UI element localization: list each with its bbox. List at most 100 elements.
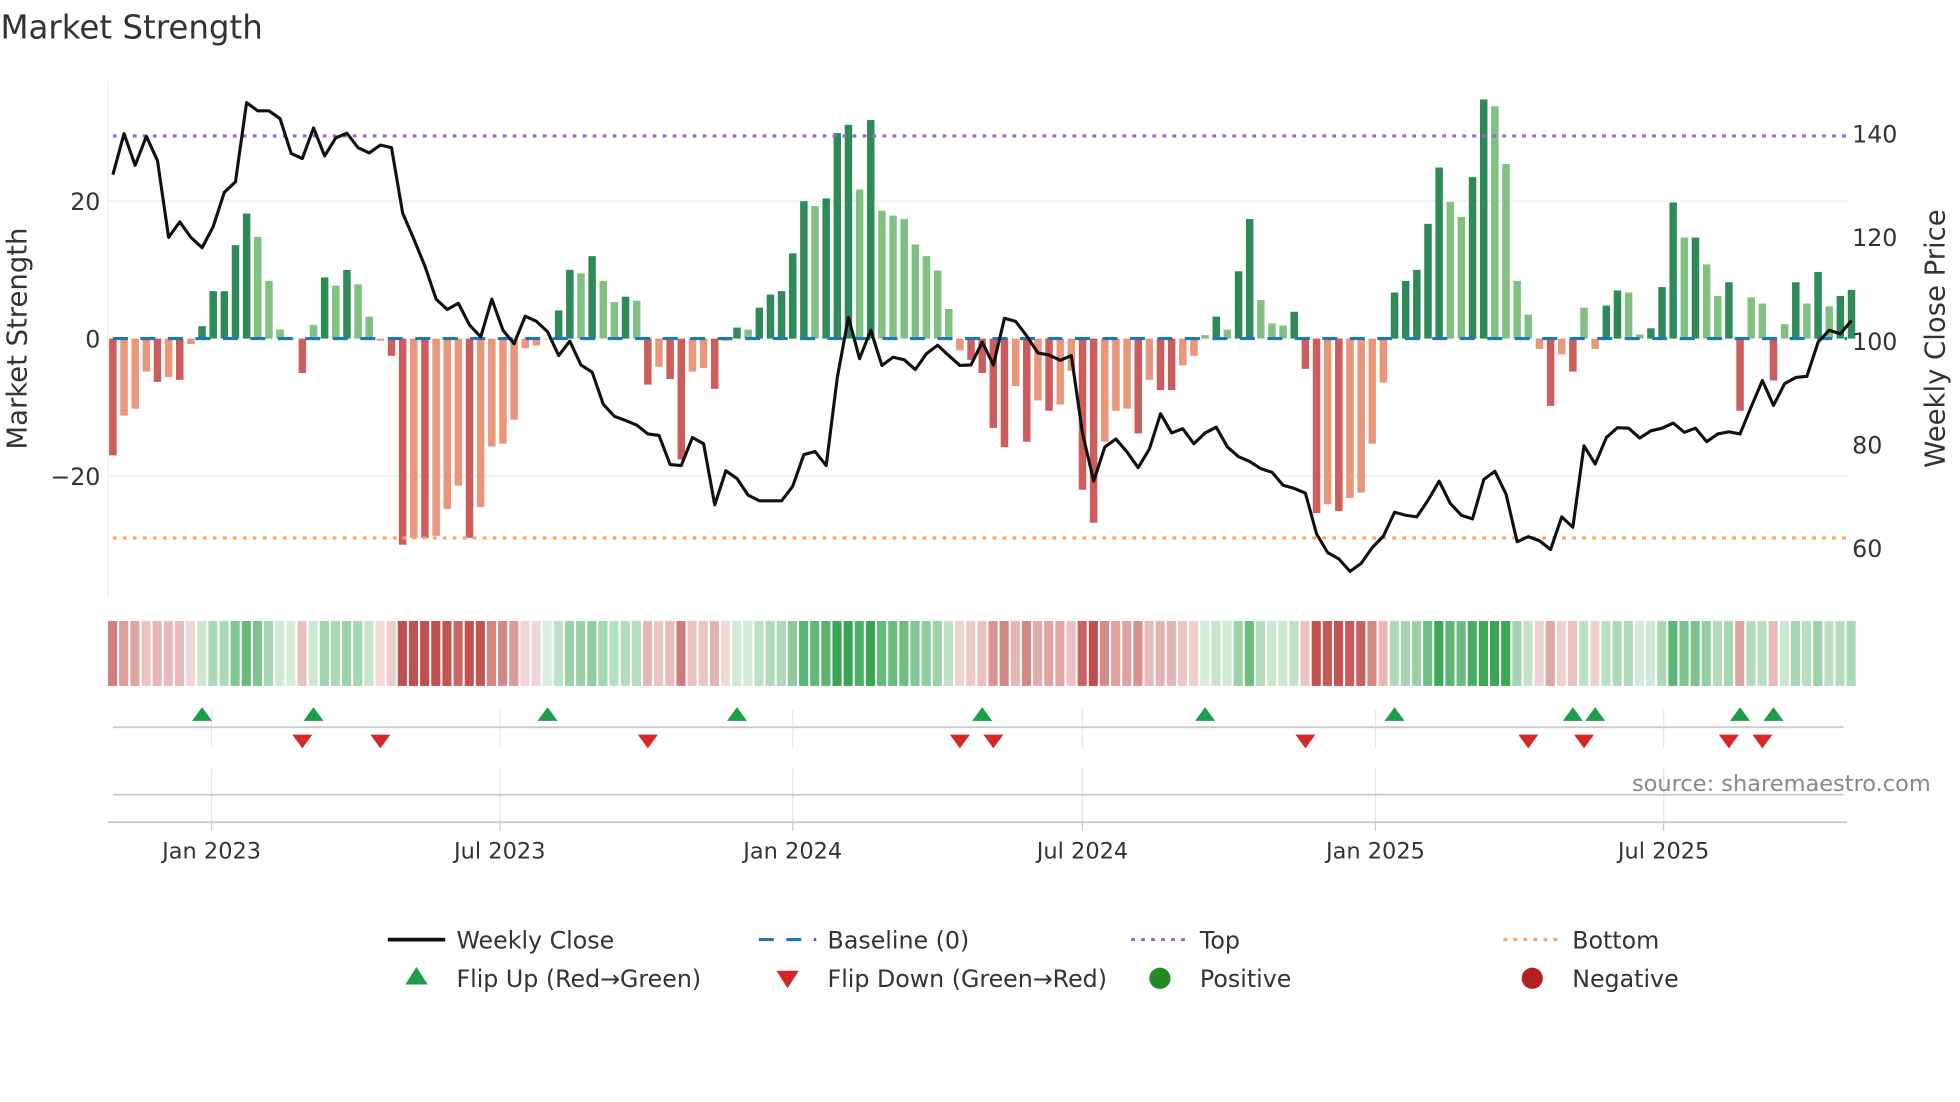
heat-strip-cell: [1333, 620, 1344, 686]
heat-strip-cell: [197, 620, 207, 686]
heat-strip-cell: [620, 620, 630, 686]
strength-bar: [131, 338, 139, 409]
heat-strip-cell: [1389, 620, 1399, 686]
heat-strip-cell: [665, 620, 675, 686]
strength-bar: [488, 338, 496, 447]
strength-bar: [566, 269, 574, 339]
strength-bar: [1023, 338, 1031, 442]
heat-strip-cell: [230, 620, 240, 686]
heat-strip-cell: [509, 620, 519, 686]
flip-up-marker: [1730, 707, 1751, 721]
heat-strip-cell: [966, 620, 976, 686]
strength-bars: [109, 99, 1856, 545]
heat-strip-cell: [1155, 620, 1165, 686]
strength-bar: [1123, 338, 1131, 409]
heat-strip-cell: [408, 620, 419, 686]
strength-bar: [900, 219, 908, 339]
heat-strip-cell: [687, 620, 697, 686]
strength-bar: [733, 327, 741, 339]
heat-strip-cell: [598, 620, 608, 686]
strength-bar: [1502, 164, 1510, 339]
flip-down-marker: [1574, 734, 1595, 749]
heat-strip-cell: [152, 620, 162, 686]
flip-up-marker: [192, 707, 213, 721]
heat-strip-cell: [1200, 620, 1210, 686]
legend-label: Bottom: [1572, 926, 1659, 954]
y-axis-label: Market Strength: [2, 228, 34, 450]
strength-bar: [354, 284, 362, 339]
y2-tick-label: 100: [1852, 328, 1897, 356]
strength-bar: [1557, 338, 1566, 355]
heat-strip-cell: [130, 620, 140, 686]
heat-strip-cell: [1646, 620, 1656, 686]
heat-strip-cell: [1267, 620, 1277, 686]
heat-strip-cell: [1445, 620, 1455, 686]
strength-bar: [833, 133, 842, 339]
heat-strip-cell: [921, 620, 931, 686]
flip-up-marker: [1384, 707, 1405, 721]
flip-down-marker: [983, 734, 1004, 749]
heat-strip-cell: [1289, 620, 1299, 686]
strength-bar: [1335, 338, 1343, 512]
strength-bar: [1613, 290, 1622, 339]
heat-strip-cell: [1634, 620, 1644, 686]
heat-strip-cell: [375, 620, 385, 686]
heat-strip-cell: [865, 620, 875, 686]
heat-strip-cell: [564, 620, 575, 686]
strength-bar: [1268, 323, 1276, 339]
strength-bar: [198, 326, 206, 339]
strength-bar: [109, 338, 117, 456]
strength-bar: [1580, 307, 1588, 339]
y2-tick-label: 140: [1852, 120, 1897, 148]
strength-bar: [1803, 303, 1811, 339]
heat-strip-cell: [854, 620, 864, 686]
flip-up-marker: [972, 707, 993, 721]
strength-bar: [365, 316, 373, 339]
strength-bar: [610, 302, 619, 339]
heat-strip-cell: [1467, 620, 1477, 686]
flip-up-marker: [1562, 707, 1583, 721]
strength-bar: [1000, 338, 1009, 448]
strength-bar: [209, 291, 217, 339]
strength-heat-strip: [108, 620, 1856, 686]
heat-strip-cell: [977, 620, 987, 686]
heat-strip-cell: [1768, 620, 1778, 686]
strength-bar: [644, 338, 652, 385]
strength-bar: [1546, 338, 1555, 406]
legend-label: Top: [1199, 926, 1240, 954]
strength-bar: [1301, 338, 1310, 369]
heat-strip-cell: [1478, 620, 1488, 686]
y-tick-label: 20: [70, 188, 100, 216]
heat-strip-cell: [1244, 620, 1254, 686]
heat-strip-cell: [1813, 620, 1823, 686]
flip-down-marker: [637, 734, 658, 749]
strength-bar: [387, 338, 396, 356]
heat-strip-cell: [1033, 620, 1043, 686]
heat-strip-cell: [531, 620, 541, 686]
strength-bar: [867, 120, 875, 339]
heat-strip-cell: [765, 620, 775, 686]
strength-bar: [1669, 202, 1677, 339]
strength-bar: [1691, 237, 1700, 339]
strength-bar: [688, 338, 697, 372]
strength-bar: [398, 338, 407, 545]
heat-strip-cell: [1735, 620, 1745, 686]
heat-strip-cell: [1590, 620, 1600, 686]
strength-bar: [1658, 287, 1666, 339]
heat-strip-cell: [821, 620, 831, 686]
strength-bar: [855, 189, 864, 339]
flip-up-marker: [1763, 707, 1784, 721]
strength-bar: [1145, 338, 1154, 380]
heat-strip-cell: [1044, 620, 1054, 686]
heat-strip-cell: [1222, 620, 1232, 686]
strength-bar: [421, 338, 429, 538]
heat-strip-cell: [1378, 620, 1388, 686]
heat-strip-cell: [1322, 620, 1332, 686]
heat-strip-cell: [453, 620, 463, 686]
heat-strip-cell: [1345, 620, 1355, 686]
flip-down-marker: [1718, 734, 1739, 749]
heat-strip-cell: [442, 620, 452, 686]
strength-bar: [911, 244, 920, 339]
strength-bar: [410, 338, 418, 538]
flip-up-marker: [1585, 707, 1606, 721]
